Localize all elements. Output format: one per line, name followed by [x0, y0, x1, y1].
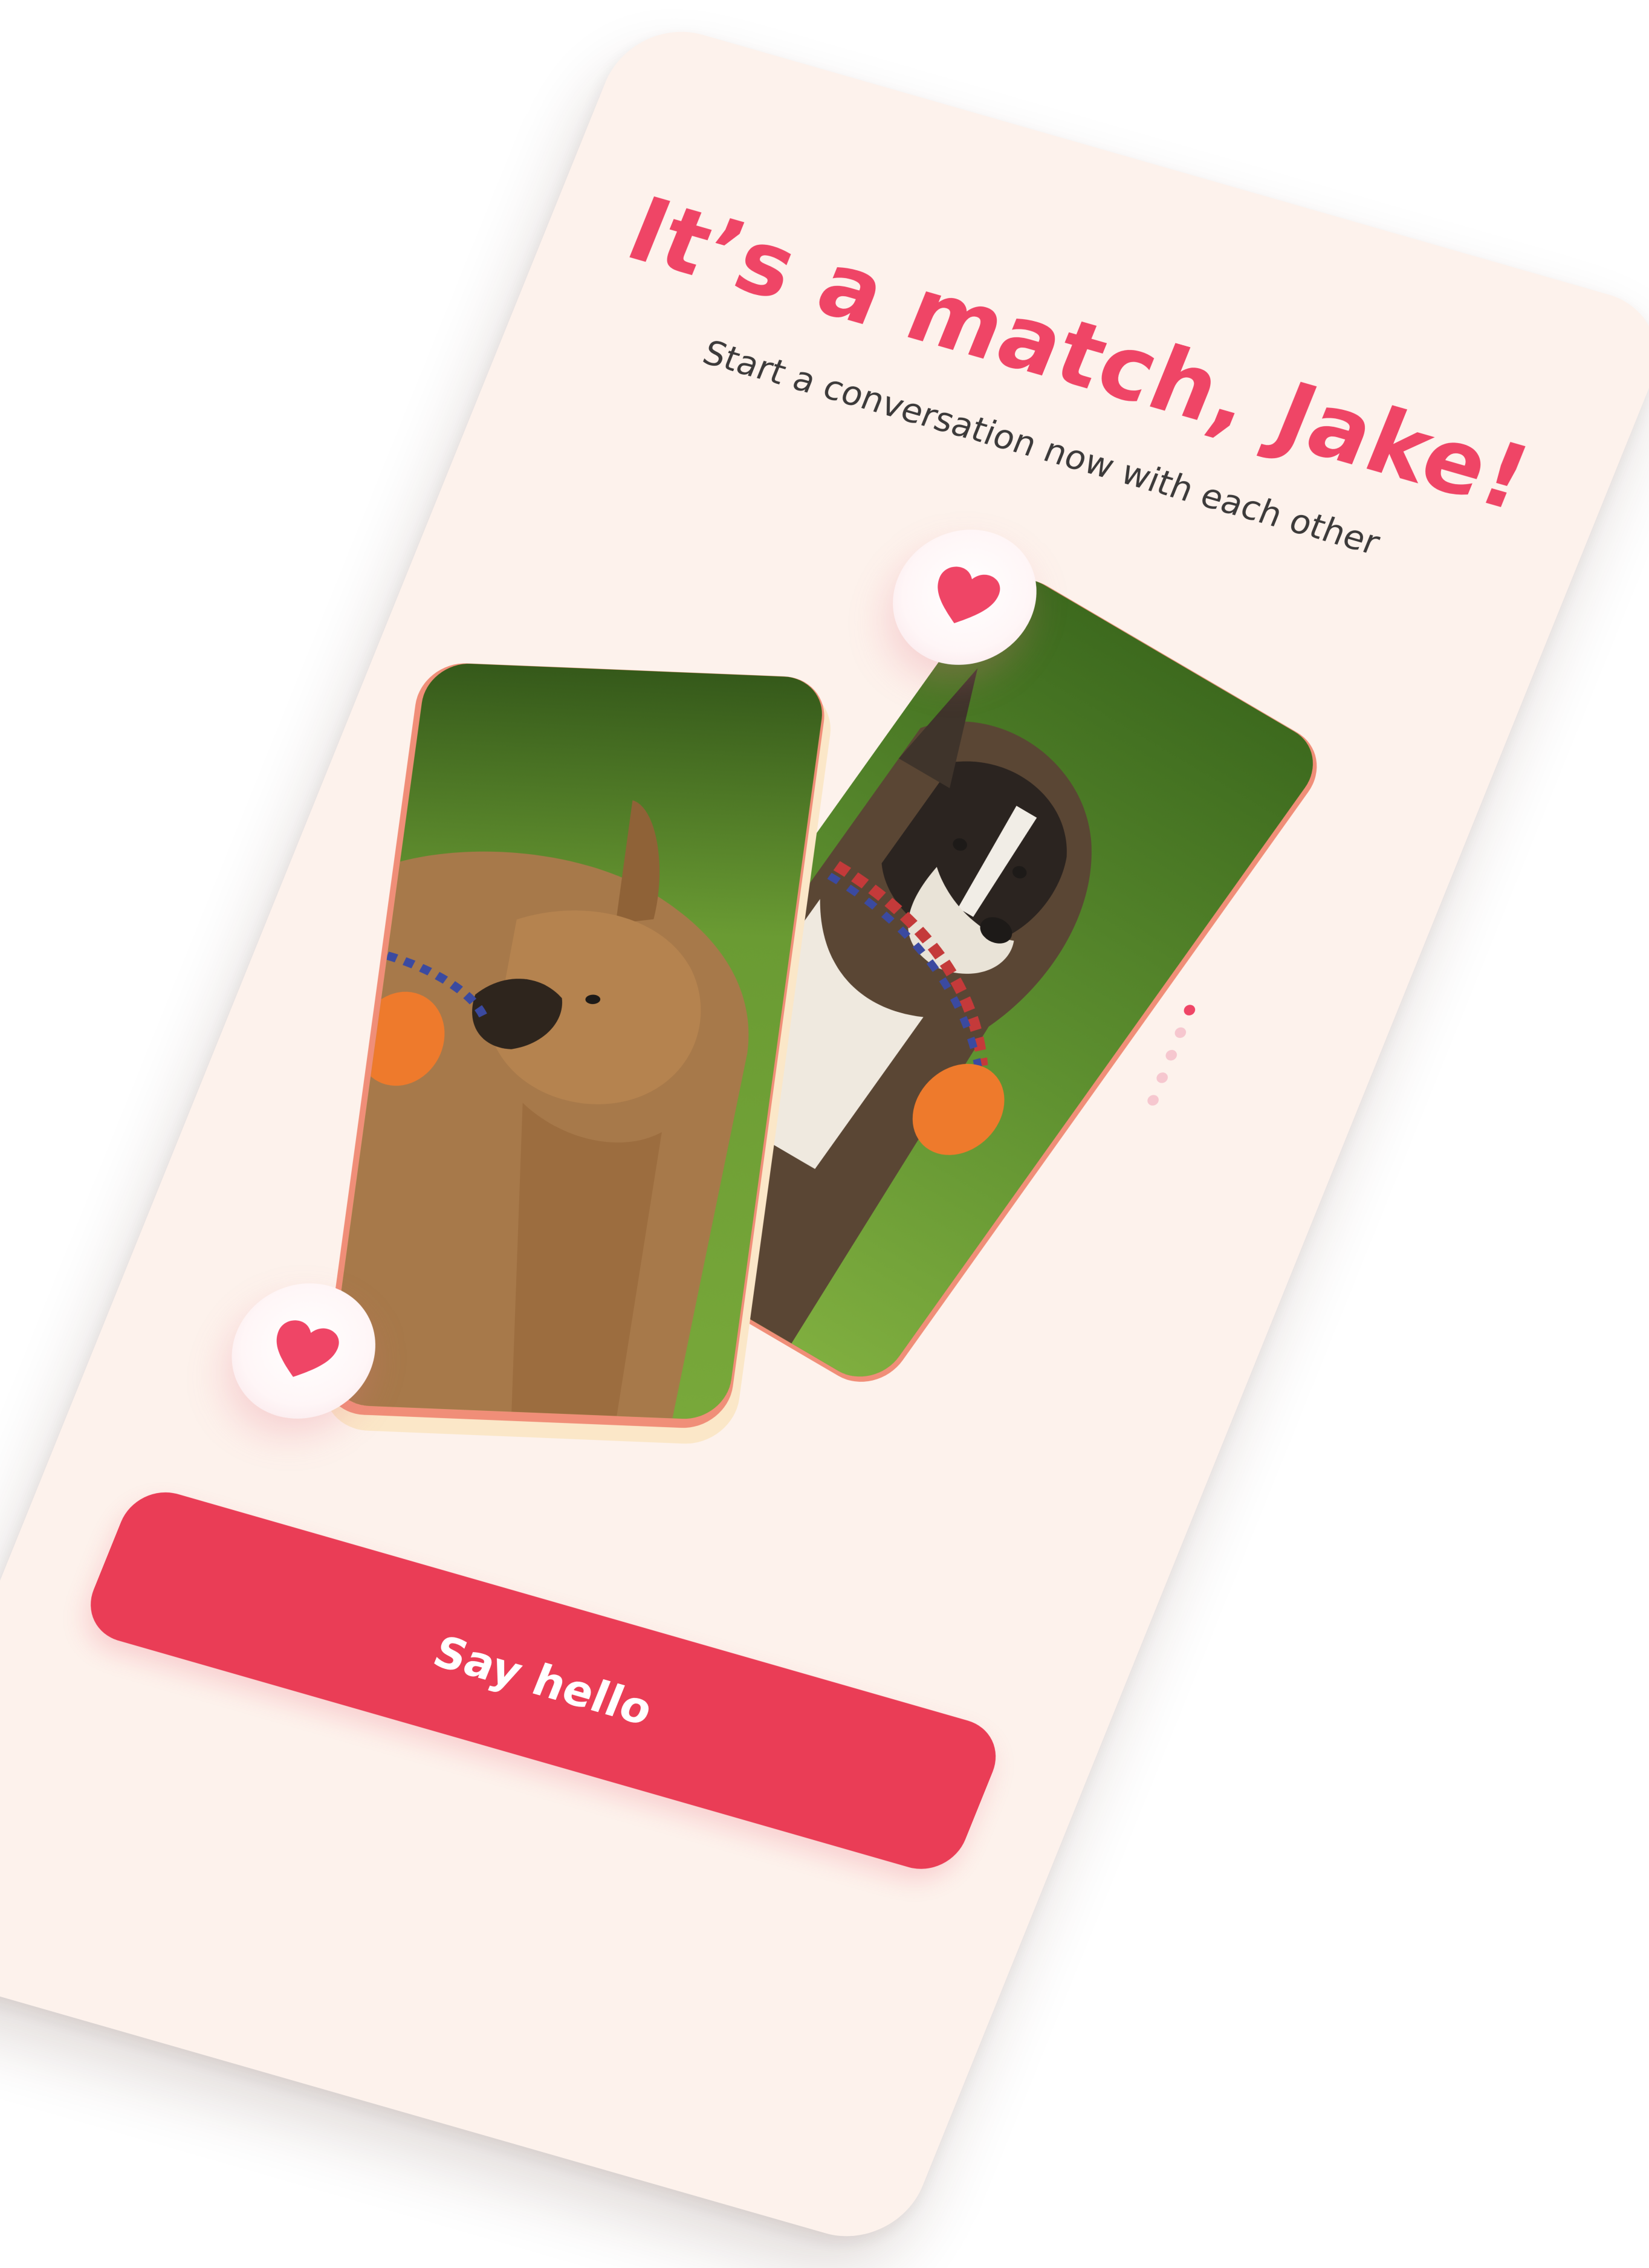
pagination-dot-active[interactable] [1182, 1003, 1197, 1017]
mockup-stage: It’s a match, Jake! Start a conversation… [0, 0, 1649, 2268]
say-hello-button[interactable]: Say hello [77, 1482, 1009, 1879]
match-screen: It’s a match, Jake! Start a conversation… [0, 15, 1649, 2253]
pagination-dot[interactable] [1173, 1026, 1188, 1040]
pagination-dot[interactable] [1155, 1071, 1170, 1084]
heart-icon [276, 1320, 339, 1377]
heart-icon [938, 566, 1000, 623]
photo-pagination [1145, 1003, 1197, 1107]
pagination-dot[interactable] [1145, 1094, 1161, 1107]
pagination-dot[interactable] [1164, 1048, 1179, 1062]
